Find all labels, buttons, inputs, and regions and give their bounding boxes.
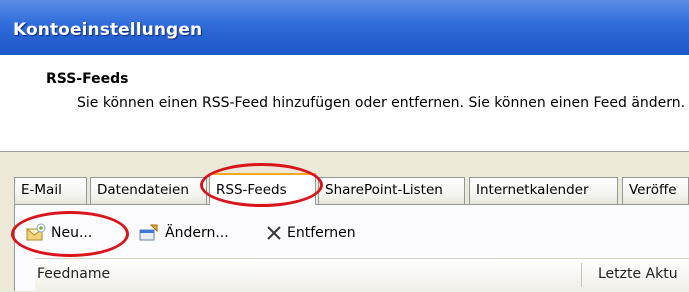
edit-icon xyxy=(137,223,159,243)
tab-strip: E-Mail Datendateien RSS-Feeds SharePoint… xyxy=(0,173,689,205)
new-feed-icon xyxy=(25,223,47,243)
tab-internet-calendars[interactable]: Internetkalender xyxy=(469,177,618,204)
column-last-updated[interactable]: Letzte Aktu xyxy=(598,266,678,282)
window-title: Kontoeinstellungen xyxy=(13,20,203,40)
remove-button-label: Entfernen xyxy=(287,225,356,241)
tab-rss-feeds[interactable]: RSS-Feeds xyxy=(209,173,316,205)
tab-email[interactable]: E-Mail xyxy=(14,177,87,204)
dialog-header: RSS-Feeds Sie können einen RSS-Feed hinz… xyxy=(0,55,689,152)
feed-list-header: Feedname Letzte Aktu xyxy=(35,258,689,292)
remove-button[interactable]: Entfernen xyxy=(263,221,373,245)
tab-sharepoint-lists[interactable]: SharePoint-Listen xyxy=(318,177,465,204)
title-bar: Kontoeinstellungen xyxy=(0,0,689,55)
tab-published-calendars[interactable]: Veröffe xyxy=(622,177,689,204)
section-title: RSS-Feeds xyxy=(46,71,129,87)
tab-data-files[interactable]: Datendateien xyxy=(90,177,207,204)
new-button[interactable]: Neu... xyxy=(25,221,125,245)
change-button[interactable]: Ändern... xyxy=(137,221,247,245)
new-button-label: Neu... xyxy=(51,225,93,241)
tab-panel: Neu... Ändern... Entfernen Feedname Letz… xyxy=(11,204,689,292)
column-divider[interactable] xyxy=(581,263,582,287)
change-button-label: Ändern... xyxy=(165,225,229,241)
section-description: Sie können einen RSS-Feed hinzufügen ode… xyxy=(77,95,686,111)
close-icon xyxy=(263,223,285,243)
column-feedname[interactable]: Feedname xyxy=(37,266,110,282)
